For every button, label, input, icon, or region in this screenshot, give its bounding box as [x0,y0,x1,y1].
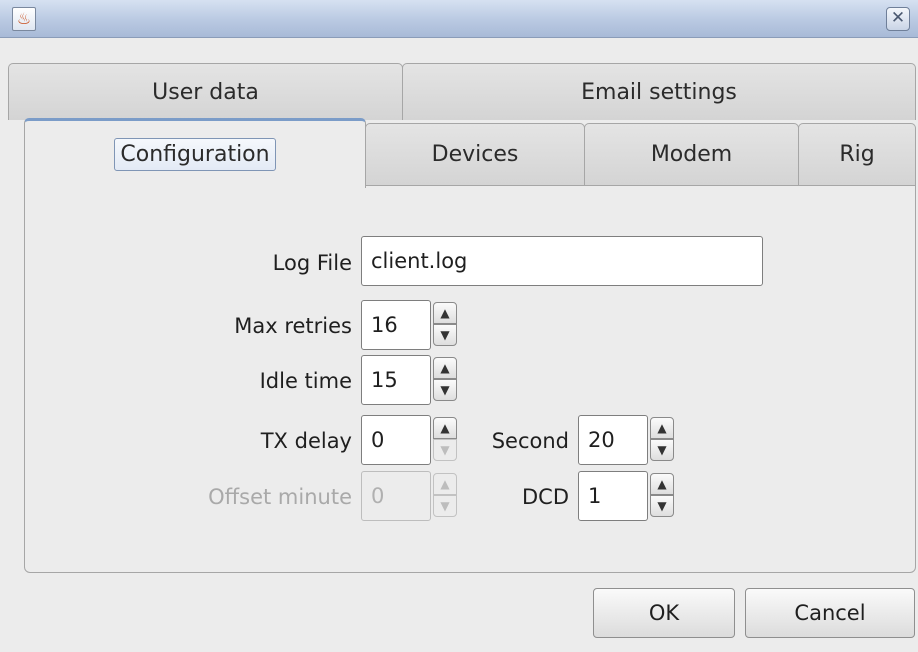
tab-label: Devices [431,142,519,167]
log-file-label: Log File [272,251,352,275]
decrement-arrow-icon[interactable]: ▼ [650,495,674,517]
increment-arrow-icon: ▲ [433,473,457,495]
increment-arrow-icon[interactable]: ▲ [433,357,457,379]
max-retries-label: Max retries [234,314,352,338]
decrement-arrow-icon[interactable]: ▼ [433,324,457,346]
tab-label: Configuration [114,138,276,171]
increment-arrow-icon[interactable]: ▲ [433,302,457,324]
offset-minute-label: Offset minute [208,485,352,509]
offset-minute-stepper: ▲ ▼ [431,471,461,521]
tx-delay-input[interactable]: 0 [361,415,431,465]
tab-label: User data [152,79,259,105]
decrement-arrow-icon: ▼ [433,439,457,461]
close-button[interactable]: ✕ [886,7,910,31]
tab-label: Rig [839,142,875,167]
max-retries-stepper[interactable]: ▲ ▼ [431,300,461,350]
second-label: Second [491,429,569,453]
idle-time-label: Idle time [259,369,352,393]
increment-arrow-icon[interactable]: ▲ [650,417,674,439]
idle-time-stepper[interactable]: ▲ ▼ [431,355,461,405]
increment-arrow-icon[interactable]: ▲ [650,473,674,495]
log-file-input[interactable]: client.log [361,236,763,286]
idle-time-input[interactable]: 15 [361,355,431,405]
offset-minute-input: 0 [361,471,431,521]
second-stepper[interactable]: ▲ ▼ [648,415,678,465]
max-retries-input[interactable]: 16 [361,300,431,350]
tab-configuration[interactable]: Configuration [24,118,366,188]
decrement-arrow-icon[interactable]: ▼ [433,379,457,401]
cancel-button-label: Cancel [794,601,866,625]
cancel-button[interactable]: Cancel [745,588,915,638]
tab-user-data[interactable]: User data [8,63,403,120]
tab-modem[interactable]: Modem [584,123,799,185]
tab-label: Modem [650,142,733,167]
tx-delay-label: TX delay [260,429,352,453]
tab-label: Email settings [581,79,737,105]
tx-delay-stepper[interactable]: ▲ ▼ [431,415,461,465]
dcd-input[interactable]: 1 [578,471,648,521]
title-bar[interactable]: ♨ ✕ [0,0,918,38]
tab-email-settings[interactable]: Email settings [402,63,916,120]
decrement-arrow-icon[interactable]: ▼ [650,439,674,461]
tab-rig[interactable]: Rig [798,123,916,185]
ok-button-label: OK [648,601,680,625]
decrement-arrow-icon: ▼ [433,495,457,517]
increment-arrow-icon[interactable]: ▲ [433,417,457,439]
dcd-label: DCD [521,485,569,509]
java-app-icon: ♨ [12,7,36,31]
dialog-window: ♨ ✕ User data Email settings Devices Mod… [0,0,918,652]
second-input[interactable]: 20 [578,415,648,465]
close-icon: ✕ [890,8,906,28]
dcd-stepper[interactable]: ▲ ▼ [648,471,678,521]
ok-button[interactable]: OK [593,588,735,638]
tab-devices[interactable]: Devices [365,123,585,185]
